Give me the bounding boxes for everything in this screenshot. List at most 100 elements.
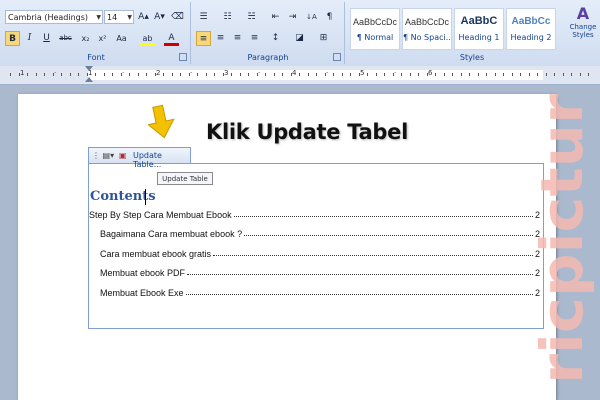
ruler-tick [545, 73, 547, 76]
align-center-icon[interactable]: ≡ [213, 31, 228, 46]
style-no-spacing[interactable]: AaBbCcDc ¶ No Spaci... [402, 8, 452, 50]
horizontal-ruler[interactable]: 1 · 1 · 2 · 3 · 4 · 5 · 6 [0, 66, 600, 85]
line-spacing-icon[interactable]: ↕ [268, 31, 283, 46]
toc-control-tab[interactable]: ⋮ ▤▾ ▣ Update Table... [88, 147, 191, 169]
grow-font-icon[interactable]: A▴ [136, 10, 151, 25]
ruler-tick [137, 73, 139, 76]
ruler-tick [188, 73, 190, 76]
highlight-icon[interactable]: ab [140, 31, 155, 46]
underline-button[interactable]: U [39, 31, 54, 46]
align-right-icon[interactable]: ≡ [230, 31, 245, 46]
ruler-tick [562, 73, 564, 76]
ruler-tick [350, 73, 351, 76]
ruler-tick [214, 73, 215, 76]
clear-formatting-icon[interactable]: ⌫ [170, 10, 185, 25]
align-left-icon[interactable]: ≡ [196, 31, 211, 46]
toc-menu-icon[interactable]: ⋮ ▤▾ [92, 151, 114, 160]
toc-entry[interactable]: Membuat ebook PDF 2 [100, 265, 540, 278]
ruler-tick [324, 73, 326, 76]
ruler-number: · [394, 69, 397, 77]
change-styles-label: Change Styles [569, 23, 597, 39]
toc-entry[interactable]: Bagaimana Cara membuat ebook ? 2 [100, 226, 540, 239]
ruler-number: · [258, 69, 261, 77]
update-table-icon[interactable]: ▣ [119, 151, 127, 160]
ruler-tick [52, 73, 54, 76]
font-size-value: 14 [107, 13, 118, 22]
ruler-tick [231, 73, 232, 76]
bold-button[interactable]: B [5, 31, 20, 46]
subscript-button[interactable]: x₂ [78, 31, 93, 46]
italic-button[interactable]: I [22, 31, 37, 46]
toc-entry-title: Cara membuat ebook gratis [100, 249, 212, 259]
paragraph-group: ☰ ☷ ☵ ⇤ ⇥ ↓A ¶ ≡ ≡ ≡ ≡ ↕ ◪ ⊞ Paragraph [192, 2, 345, 64]
borders-icon[interactable]: ⊞ [316, 31, 331, 46]
ruler-tick [120, 73, 122, 76]
toc-leader-dots [244, 235, 533, 236]
ruler-tick [69, 73, 71, 76]
hanging-indent-marker[interactable] [85, 77, 93, 82]
ruler-tick [129, 73, 130, 76]
ribbon: Cambria (Headings) ▼ 14 ▼ A▴ A▾ ⌫ B I U … [0, 0, 600, 67]
style-name: Heading 2 [510, 33, 552, 42]
ruler-number: · [326, 69, 329, 77]
toc-entry[interactable]: Cara membuat ebook gratis 2 [100, 246, 540, 259]
style-name: Heading 1 [458, 33, 500, 42]
font-color-icon[interactable]: A [164, 31, 179, 46]
ruler-number: · [122, 69, 125, 77]
toc-leader-dots [185, 294, 533, 295]
toc-entry[interactable]: Step By Step Cara Membuat Ebook 2 [89, 207, 540, 220]
ruler-tick [95, 73, 96, 76]
show-formatting-icon[interactable]: ¶ [322, 10, 337, 25]
ruler-tick [418, 73, 419, 76]
change-styles-button[interactable]: A Change Styles [568, 4, 598, 54]
toc-entry[interactable]: Membuat Ebook Exe 2 [100, 285, 540, 298]
dialog-launcher-icon[interactable] [333, 53, 341, 61]
dialog-launcher-icon[interactable] [179, 53, 187, 61]
decrease-indent-icon[interactable]: ⇤ [268, 10, 283, 25]
shading-icon[interactable]: ◪ [292, 31, 307, 46]
font-name-combo[interactable]: Cambria (Headings) ▼ [5, 10, 103, 24]
text-cursor [145, 189, 146, 205]
ruler-tick [375, 73, 377, 76]
style-heading-1[interactable]: AaBbC Heading 1 [454, 8, 504, 50]
ruler-tick [435, 73, 436, 76]
superscript-button[interactable]: x² [95, 31, 110, 46]
shrink-font-icon[interactable]: A▾ [152, 10, 167, 25]
ruler-number: 1 [20, 69, 25, 77]
justify-icon[interactable]: ≡ [247, 31, 262, 46]
ruler-number: · [54, 69, 57, 77]
chevron-down-icon: ▼ [96, 14, 101, 21]
ruler-tick [554, 73, 555, 76]
ruler-tick [205, 73, 207, 76]
style-normal[interactable]: AaBbCcDc ¶ Normal [350, 8, 400, 50]
arrow-down-icon [148, 104, 175, 139]
ruler-tick [61, 73, 62, 76]
paragraph-group-label: Paragraph [247, 53, 289, 62]
increase-indent-icon[interactable]: ⇥ [285, 10, 300, 25]
ruler-tick [282, 73, 283, 76]
ruler-tick [239, 73, 241, 76]
ruler-number: · [190, 69, 193, 77]
style-sample: AaBbCc [511, 16, 551, 27]
bullets-icon[interactable]: ☰ [196, 10, 211, 25]
ruler-tick [265, 73, 266, 76]
chevron-down-icon: ▼ [127, 14, 132, 21]
ruler-tick [154, 73, 156, 76]
style-heading-2[interactable]: AaBbCc Heading 2 [506, 8, 556, 50]
ruler-tick [358, 73, 360, 76]
ruler-tick [588, 73, 589, 76]
numbering-icon[interactable]: ☷ [220, 10, 235, 25]
ruler-tick [401, 73, 402, 76]
ruler-tick [256, 73, 258, 76]
multilevel-list-icon[interactable]: ☵ [244, 10, 259, 25]
ruler-tick [44, 73, 45, 76]
strikethrough-button[interactable]: abc [58, 31, 73, 46]
ruler-tick [10, 73, 11, 76]
change-case-button[interactable]: Aa [114, 31, 129, 46]
ruler-tick [452, 73, 453, 76]
ruler-number: 6 [428, 69, 433, 77]
ruler-tick [486, 73, 487, 76]
font-size-combo[interactable]: 14 ▼ [104, 10, 134, 24]
update-table-button[interactable]: Update Table... [133, 151, 190, 169]
sort-icon[interactable]: ↓A [304, 10, 319, 25]
